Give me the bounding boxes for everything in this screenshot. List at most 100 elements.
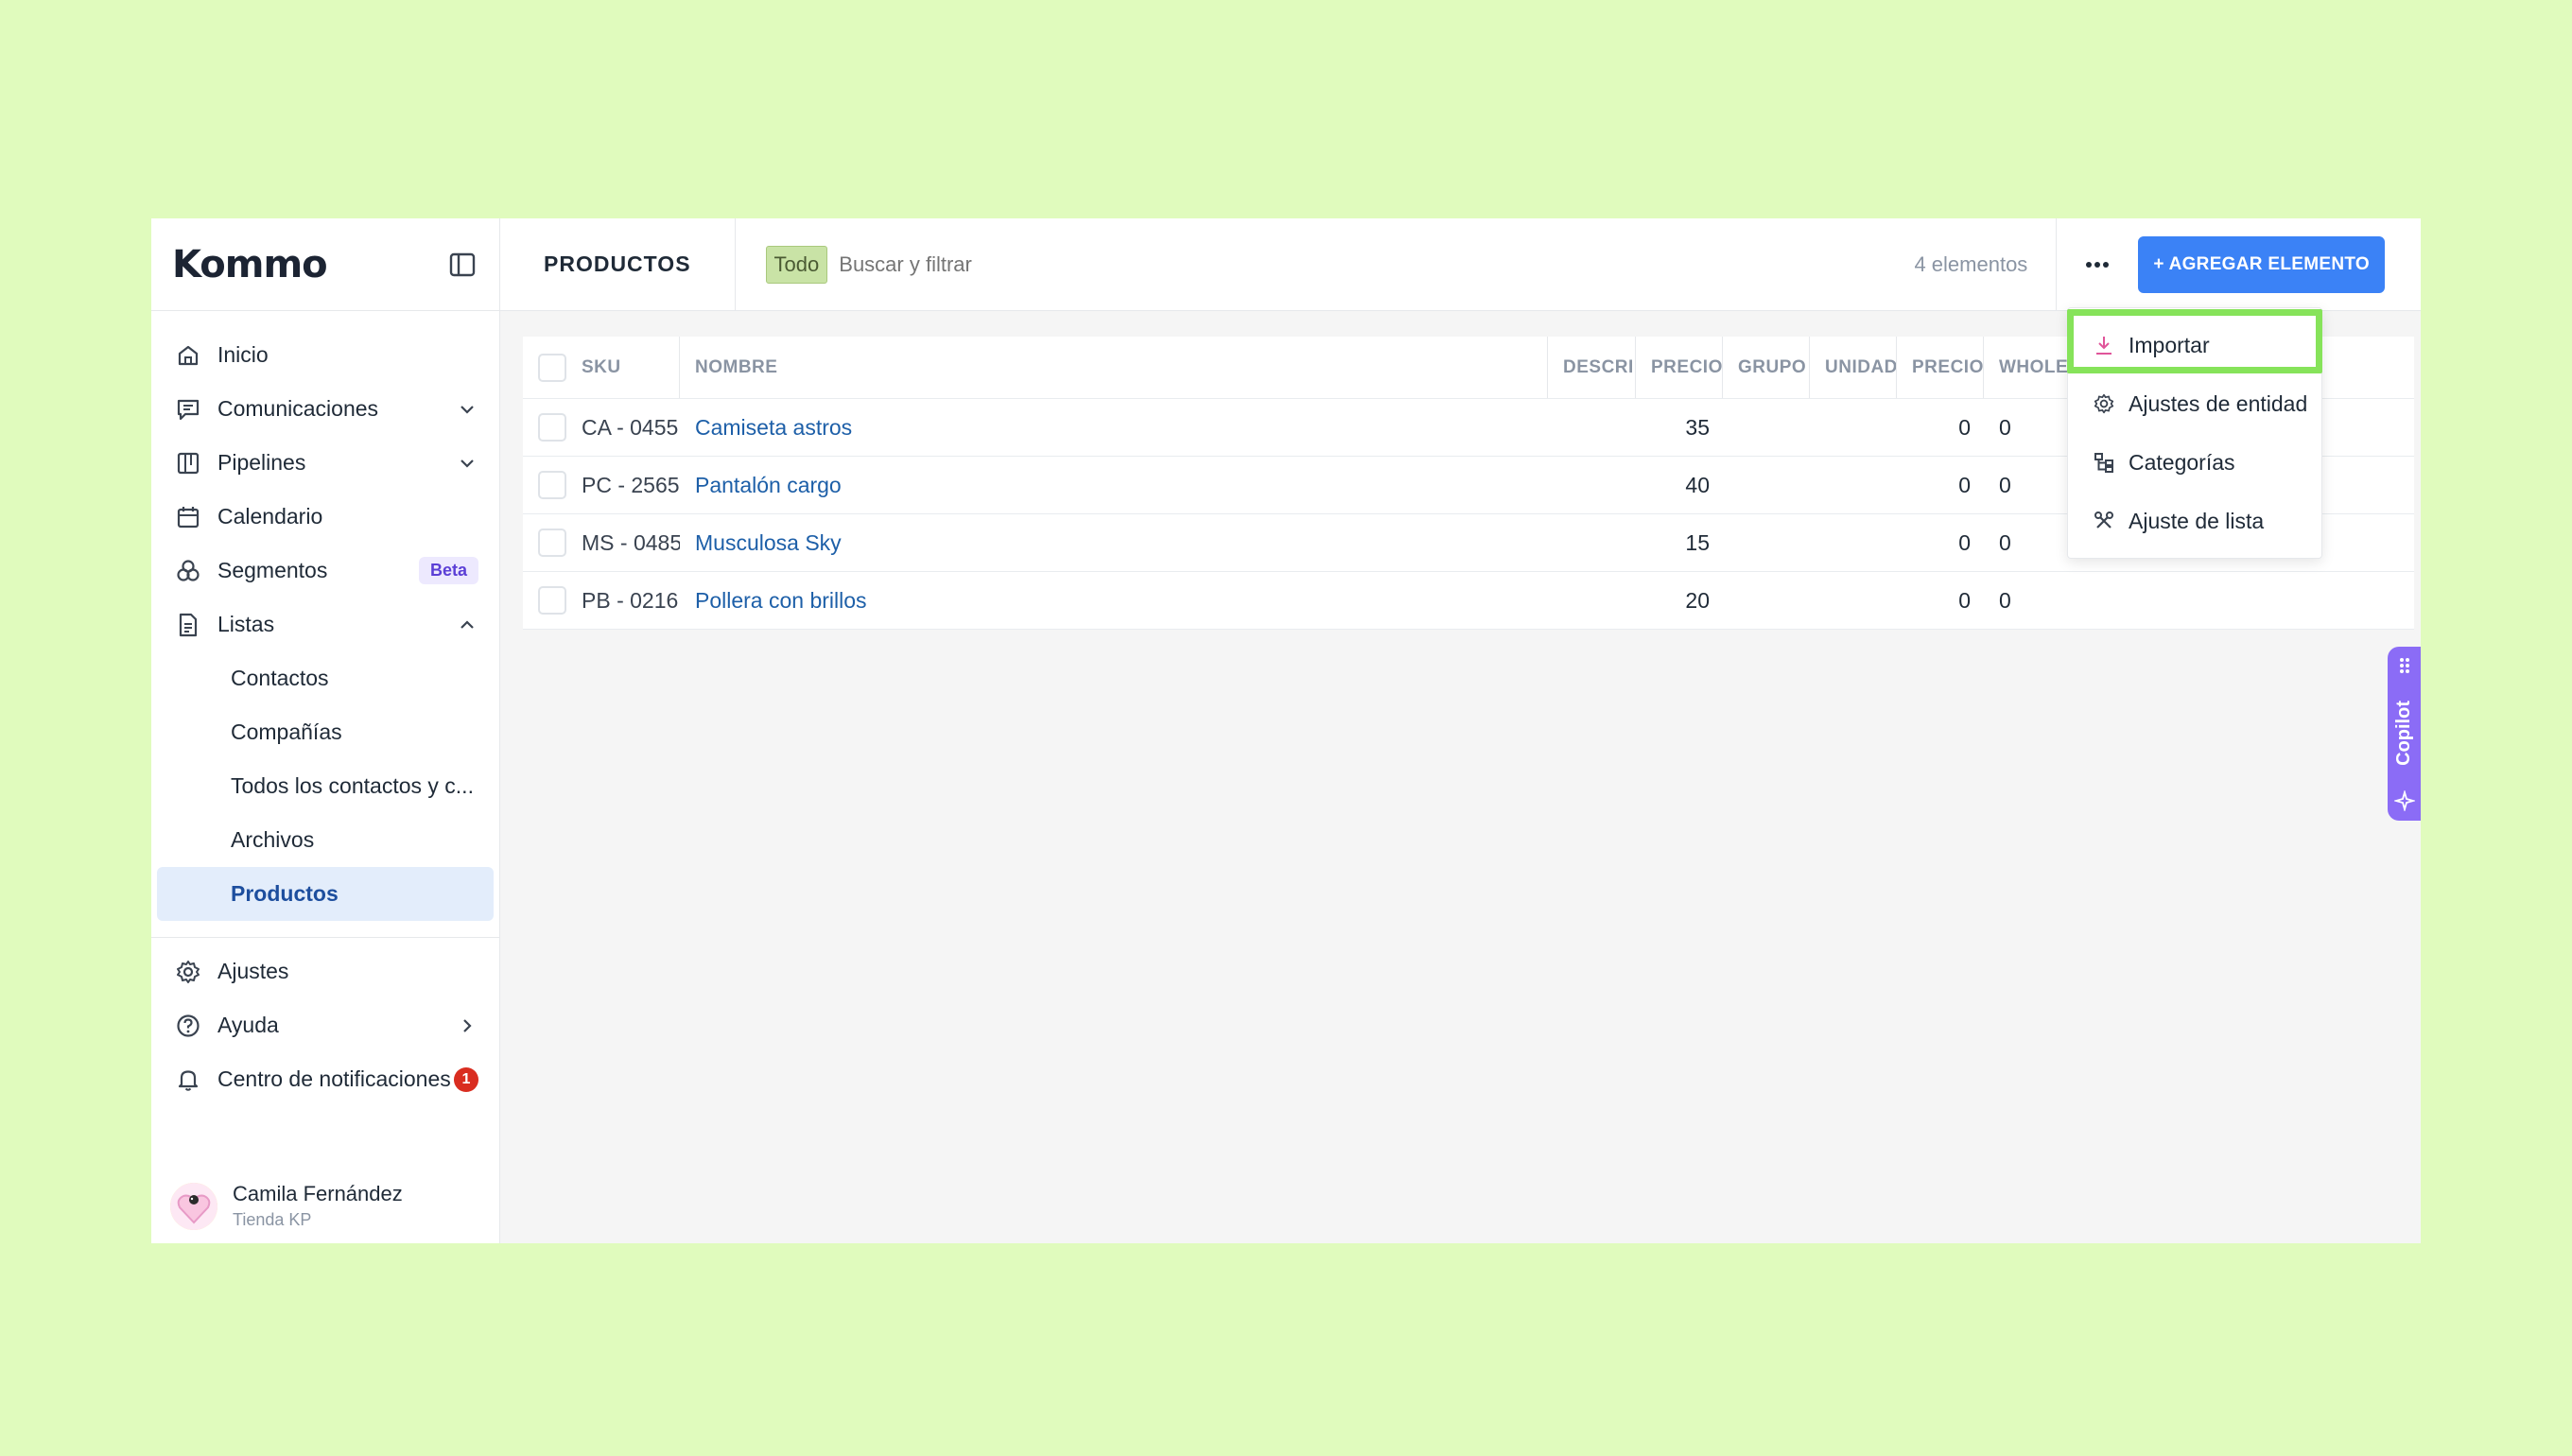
column-header-unidad[interactable]: UNIDAD (1810, 337, 1897, 398)
sidebar-subitem-productos[interactable]: Productos (157, 867, 494, 921)
search-input[interactable] (839, 251, 1218, 277)
sidebar: Kommo Inicio Comunicaciones Pipelines Ca… (151, 218, 500, 1243)
more-options-button[interactable] (2057, 218, 2138, 310)
sidebar-item-comunicaciones[interactable]: Comunicaciones (151, 382, 499, 436)
avatar (170, 1182, 217, 1230)
sidebar-item-notificaciones[interactable]: Centro de notificaciones 1 (151, 1052, 499, 1106)
home-icon (174, 341, 202, 370)
notification-count-badge: 1 (454, 1066, 478, 1092)
sidebar-item-listas[interactable]: Listas (151, 598, 499, 651)
price2-cell: 0 (1958, 472, 1971, 497)
gear-icon (2093, 392, 2115, 415)
column-header-nombre[interactable]: NOMBRE (680, 337, 1548, 398)
column-header-descripcion[interactable]: DESCRI (1548, 337, 1636, 398)
menu-item-categorias[interactable]: Categorías (2068, 433, 2321, 492)
column-header-precio[interactable]: PRECIO (1636, 337, 1723, 398)
unit-cell (1810, 399, 1897, 456)
row-checkbox-cell (523, 572, 566, 629)
chevron-down-icon[interactable] (456, 398, 478, 421)
row-checkbox[interactable] (538, 413, 566, 442)
user-profile[interactable]: Camila Fernández Tienda KP (170, 1182, 403, 1230)
add-element-button[interactable]: + AGREGAR ELEMENTO (2138, 235, 2385, 293)
sidebar-item-label: Comunicaciones (217, 396, 379, 421)
product-name-link[interactable]: Pollera con brillos (680, 572, 1548, 629)
sidebar-item-calendario[interactable]: Calendario (151, 490, 499, 544)
price2-cell: 0 (1958, 529, 1971, 555)
sidebar-subitem-contactos[interactable]: Contactos (151, 651, 499, 705)
sidebar-item-pipelines[interactable]: Pipelines (151, 436, 499, 490)
price-cell: 35 (1685, 414, 1710, 440)
menu-item-label: Ajustes de entidad (2129, 390, 2308, 416)
sparkle-icon (2393, 790, 2415, 811)
select-all-checkbox[interactable] (538, 353, 566, 382)
price2-cell: 0 (1958, 414, 1971, 440)
menu-item-label: Ajuste de lista (2129, 508, 2265, 533)
search-bar[interactable]: Todo (736, 218, 1915, 310)
sidebar-item-ayuda[interactable]: Ayuda (151, 998, 499, 1052)
download-icon (2093, 334, 2115, 356)
price2-cell: 0 (1958, 587, 1971, 613)
unit-cell (1810, 514, 1897, 571)
menu-item-importar[interactable]: Importar (2068, 316, 2321, 374)
product-name-link[interactable]: Musculosa Sky (680, 514, 1548, 571)
description-cell (1548, 572, 1636, 629)
row-checkbox-cell (523, 514, 566, 571)
row-checkbox-cell (523, 399, 566, 456)
sku-cell: PC - 2565 (582, 472, 680, 497)
wholesale-cell: 0 (1999, 587, 2011, 613)
sidebar-item-ajustes[interactable]: Ajustes (151, 945, 499, 998)
sidebar-item-segmentos[interactable]: Segmentos Beta (151, 544, 499, 598)
pipeline-icon (174, 449, 202, 477)
table-row[interactable]: PB - 0216 Pollera con brillos 20 0 0 (523, 572, 2414, 630)
sku-cell: MS - 0485 (582, 529, 680, 555)
sidebar-item-label: Calendario (217, 504, 323, 529)
column-header-precio-2[interactable]: PRECIO (1897, 337, 1984, 398)
product-name-link[interactable]: Pantalón cargo (680, 457, 1548, 513)
unit-cell (1810, 457, 1897, 513)
page-title: PRODUCTOS (500, 218, 736, 310)
menu-item-ajustes-entidad[interactable]: Ajustes de entidad (2068, 374, 2321, 433)
product-name-link[interactable]: Camiseta astros (680, 399, 1548, 456)
items-count: 4 elementos (1914, 218, 2058, 310)
row-checkbox[interactable] (538, 529, 566, 557)
chevron-right-icon[interactable] (456, 1014, 478, 1037)
group-cell (1723, 457, 1810, 513)
menu-item-ajuste-lista[interactable]: Ajuste de lista (2068, 492, 2321, 550)
sidebar-nav: Inicio Comunicaciones Pipelines Calendar… (151, 311, 499, 921)
row-checkbox[interactable] (538, 471, 566, 499)
sidebar-item-label: Centro de notificaciones (217, 1066, 451, 1091)
sidebar-item-label: Segmentos (217, 558, 328, 582)
filter-tag-todo[interactable]: Todo (765, 245, 828, 284)
segments-icon (174, 557, 202, 585)
user-company: Tienda KP (233, 1210, 312, 1229)
copilot-tab[interactable]: Copilot (2388, 647, 2421, 821)
sidebar-subitem-companias[interactable]: Compañías (151, 705, 499, 759)
sidebar-item-label: Inicio (217, 342, 269, 367)
sidebar-subitem-archivos[interactable]: Archivos (151, 813, 499, 867)
chat-icon (174, 395, 202, 424)
price-cell: 20 (1685, 587, 1710, 613)
calendar-icon (174, 503, 202, 531)
row-checkbox[interactable] (538, 586, 566, 615)
sidebar-item-label: Ayuda (217, 1013, 279, 1037)
help-icon (174, 1012, 202, 1040)
tools-icon (2093, 510, 2115, 532)
drag-handle-icon (2399, 658, 2409, 673)
chevron-up-icon[interactable] (456, 614, 478, 636)
sidebar-bottom-nav: Ajustes Ayuda Centro de notificaciones 1 (151, 945, 499, 1106)
sidebar-collapse-icon[interactable] (446, 249, 478, 281)
row-checkbox-cell (523, 457, 566, 513)
sidebar-item-inicio[interactable]: Inicio (151, 328, 499, 382)
logo[interactable]: Kommo (172, 243, 446, 286)
bell-icon (174, 1066, 202, 1094)
sidebar-header: Kommo (151, 218, 499, 311)
copilot-label: Copilot (2393, 700, 2414, 766)
column-header-grupo[interactable]: GRUPO (1723, 337, 1810, 398)
user-name: Camila Fernández (233, 1182, 403, 1205)
group-cell (1723, 514, 1810, 571)
chevron-down-icon[interactable] (456, 452, 478, 475)
column-header-sku[interactable]: SKU (566, 337, 680, 398)
more-horizontal-icon (2086, 261, 2110, 268)
beta-badge: Beta (418, 557, 478, 584)
sidebar-subitem-todos-contactos[interactable]: Todos los contactos y c... (151, 759, 499, 813)
